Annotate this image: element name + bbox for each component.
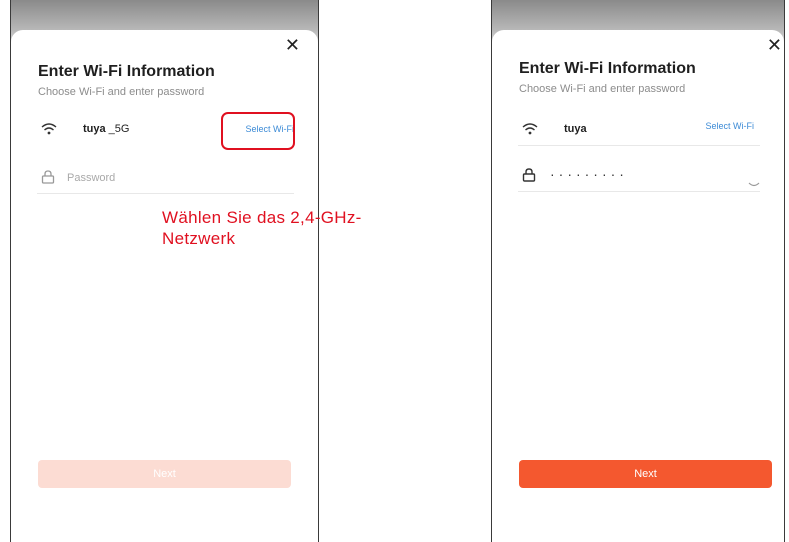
lock-icon — [41, 170, 55, 189]
right-phone-screen: ✕ Enter Wi-Fi Information Choose Wi-Fi a… — [491, 0, 785, 542]
select-wifi-highlight — [221, 112, 295, 150]
annotation-text: Wählen Sie das 2,4-GHz- Netzwerk — [162, 207, 362, 249]
wifi-info-sheet: ✕ Enter Wi-Fi Information Choose Wi-Fi a… — [492, 30, 784, 542]
select-wifi-link[interactable]: Select Wi-Fi — [705, 121, 754, 131]
next-button[interactable]: Next — [519, 460, 772, 488]
close-icon[interactable]: ✕ — [767, 36, 782, 54]
wifi-ssid: tuya — [564, 123, 587, 135]
close-icon[interactable]: ✕ — [285, 36, 300, 54]
page-subtitle: Choose Wi-Fi and enter password — [38, 86, 205, 98]
page-title: Enter Wi-Fi Information — [519, 60, 696, 77]
next-button[interactable]: Next — [38, 460, 291, 488]
password-input[interactable]: Password — [67, 172, 115, 184]
annotation-line: Wählen Sie das 2,4-GHz- — [162, 208, 362, 227]
password-input[interactable]: ········· — [550, 166, 628, 182]
wifi-ssid: tuya _5G — [83, 123, 130, 135]
wifi-icon — [41, 122, 57, 141]
wifi-info-sheet: ✕ Enter Wi-Fi Information Choose Wi-Fi a… — [11, 30, 318, 542]
lock-icon — [522, 168, 536, 187]
annotation-line: Netzwerk — [162, 229, 236, 248]
wifi-row: tuya Select Wi-Fi — [518, 116, 760, 146]
wifi-icon — [522, 122, 538, 141]
password-row[interactable]: ········· — [518, 162, 760, 192]
divider — [518, 191, 760, 192]
password-row[interactable]: Password — [37, 164, 294, 194]
page-title: Enter Wi-Fi Information — [38, 63, 215, 80]
page-subtitle: Choose Wi-Fi and enter password — [519, 83, 686, 95]
divider — [518, 145, 760, 146]
left-phone-screen: ✕ Enter Wi-Fi Information Choose Wi-Fi a… — [10, 0, 319, 542]
divider — [37, 193, 294, 194]
